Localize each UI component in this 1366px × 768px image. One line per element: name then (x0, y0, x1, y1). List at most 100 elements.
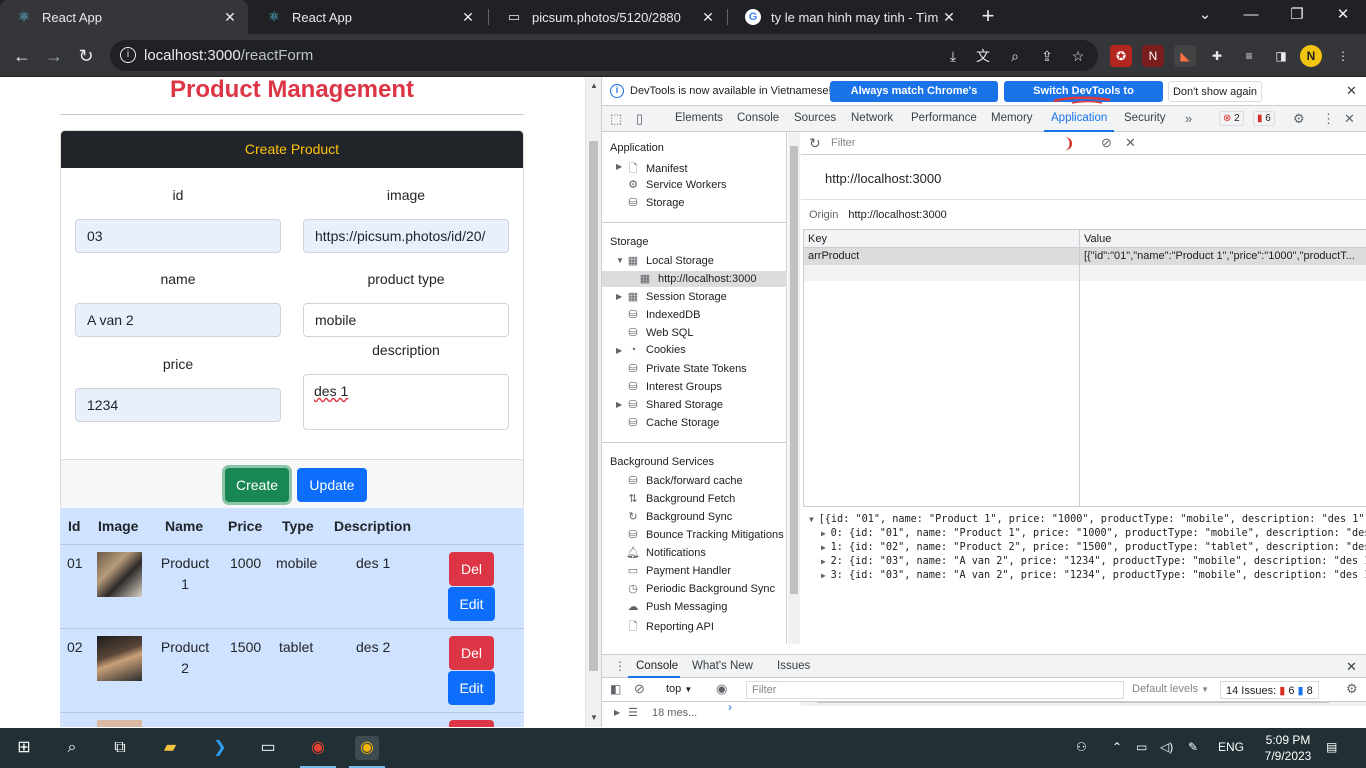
preview-root[interactable]: ▼ [{id: "01", name: "Product 1", price: … (809, 514, 1366, 525)
close-drawer-icon[interactable]: ✕ (1346, 659, 1357, 675)
close-devtools-icon[interactable]: ✕ (1344, 111, 1355, 127)
preview-item[interactable]: ▶ 3: {id: "03", name: "A van 2", price: … (821, 570, 1366, 581)
tab-sources[interactable]: Sources (794, 112, 836, 124)
clock[interactable]: 5:09 PM 7/9/2023 (1258, 732, 1318, 764)
sidebar-scrollbar[interactable] (788, 132, 800, 644)
kv-value-cell[interactable]: [{"id":"01","name":"Product 1","price":"… (1084, 250, 1364, 262)
sidebar-toggle-icon[interactable]: ◧ (610, 682, 621, 696)
tab-security[interactable]: Security (1124, 112, 1166, 124)
col-header-value[interactable]: Value (1084, 233, 1111, 245)
messages-count[interactable]: 18 mes... (652, 707, 697, 719)
clear-all-icon[interactable]: ⊘ (1101, 135, 1112, 151)
scroll-up-icon[interactable]: ▲ (586, 81, 602, 90)
zoom-icon[interactable]: ⌕ (1006, 47, 1024, 65)
close-tab-icon[interactable]: ✕ (700, 9, 716, 26)
column-divider[interactable] (1079, 230, 1080, 506)
close-infobar-icon[interactable]: ✕ (1346, 83, 1357, 99)
browser-tab-google-search[interactable]: G ty le man hinh may tinh - Tìm trê ✕ (729, 0, 967, 34)
always-match-language-button[interactable]: Always match Chrome's language (830, 81, 998, 118)
live-expression-eye-icon[interactable]: ◉ (716, 681, 727, 697)
language-indicator[interactable]: ENG (1218, 740, 1244, 754)
extensions-puzzle-icon[interactable]: ✚ (1206, 45, 1228, 67)
close-tab-icon[interactable]: ✕ (941, 9, 957, 26)
search-icon[interactable]: ⌕ (60, 736, 84, 760)
col-header-key[interactable]: Key (808, 233, 827, 245)
drawer-tab-console[interactable]: Console (636, 660, 678, 672)
translate-icon[interactable]: 文 (974, 47, 992, 65)
forward-icon[interactable]: → (40, 42, 68, 70)
expand-arrow-icon[interactable]: ▶ (616, 346, 622, 355)
create-button[interactable]: Create (225, 468, 289, 502)
refresh-icon[interactable]: ↻ (809, 135, 821, 152)
kv-key-cell[interactable]: arrProduct (808, 250, 859, 262)
close-window-icon[interactable]: ✕ (1320, 0, 1366, 30)
issues-counter[interactable]: 14 Issues: ▮ 6 ▮ 8 (1220, 681, 1319, 699)
extension-colorful-icon[interactable]: ◣ (1174, 45, 1196, 67)
delete-button-partial[interactable] (449, 720, 494, 727)
menu-kebab-icon[interactable]: ⋮ (1332, 45, 1354, 67)
reload-icon[interactable]: ↻ (72, 42, 100, 70)
sidebar-item-indexeddb[interactable]: ⛁ IndexedDB (626, 308, 700, 321)
context-selector[interactable]: top ▼ (666, 683, 692, 695)
delete-selected-icon[interactable]: ✕ (1125, 135, 1136, 151)
restore-icon[interactable]: ❐ (1274, 0, 1320, 30)
id-input[interactable]: 03 (75, 219, 281, 253)
browser-tab-picsum[interactable]: ▭ picsum.photos/5120/2880 ✕ (490, 0, 726, 34)
edit-button[interactable]: Edit (448, 587, 495, 621)
page-scrollbar[interactable]: ▲ ▼ (585, 77, 601, 727)
sidebar-item-local-storage[interactable]: ▦ Local Storage (626, 254, 714, 267)
sidebar-item-shared-storage[interactable]: ⛁ Shared Storage (626, 398, 723, 411)
pen-icon[interactable]: ✎ (1188, 740, 1198, 754)
tab-application[interactable]: Application (1051, 112, 1107, 124)
sidebar-item-reporting-api[interactable]: 🗋 Reporting API (626, 618, 714, 637)
sidebar-item-manifest[interactable]: 🗋 Manifest (626, 160, 688, 179)
sidebar-item-cookies[interactable]: ◔ Cookies (626, 344, 686, 356)
sidebar-item-web-sql[interactable]: ⛁ Web SQL (626, 326, 693, 339)
tab-search-chevron-icon[interactable]: ⌄ (1182, 0, 1228, 30)
show-hidden-icons-chevron[interactable]: ⌃ (1112, 740, 1122, 754)
settings-gear-icon[interactable]: ⚙ (1293, 111, 1305, 127)
preview-item[interactable]: ▶ 1: {id: "02", name: "Product 2", price… (821, 542, 1366, 553)
edit-button[interactable]: Edit (448, 671, 495, 705)
minimize-icon[interactable]: — (1228, 0, 1274, 30)
clear-console-icon[interactable]: ⊘ (634, 681, 645, 697)
drawer-tab-issues[interactable]: Issues (777, 660, 810, 672)
close-tab-icon[interactable]: ✕ (460, 9, 476, 26)
sidebar-item-background-sync[interactable]: ↻ Background Sync (626, 510, 732, 523)
inspect-element-icon[interactable]: ⬚ (610, 111, 622, 127)
sidebar-item-back-forward-cache[interactable]: ⛁ Back/forward cache (626, 474, 742, 487)
product-type-input[interactable]: mobile (303, 303, 509, 337)
extension-tn-icon[interactable]: N (1142, 45, 1164, 67)
collapse-arrow-icon[interactable]: ▼ (616, 256, 624, 265)
browser-tab-react-app-active[interactable]: ⚛ React App ✕ (0, 0, 248, 34)
sidebar-item-push-messaging[interactable]: ☁ Push Messaging (626, 600, 728, 613)
sidebar-item-background-fetch[interactable]: ⇅ Background Fetch (626, 492, 735, 505)
share-icon[interactable]: ⇪ (1038, 47, 1056, 65)
file-explorer-icon[interactable]: ▰ (158, 736, 182, 760)
log-levels-dropdown[interactable]: Default levels ▼ (1132, 683, 1209, 695)
expand-arrow-icon[interactable]: ▶ (616, 400, 622, 409)
more-tabs-icon[interactable]: » (1185, 111, 1192, 126)
vscode-icon[interactable]: ❯ (208, 736, 232, 760)
tab-console[interactable]: Console (737, 112, 779, 124)
network-icon[interactable]: ▭ (1136, 740, 1147, 754)
back-icon[interactable]: ← (8, 42, 36, 70)
tab-elements[interactable]: Elements (675, 112, 723, 124)
update-button[interactable]: Update (297, 468, 367, 502)
tab-memory[interactable]: Memory (991, 112, 1033, 124)
close-tab-icon[interactable]: ✕ (222, 9, 238, 26)
volume-icon[interactable]: ◁) (1160, 740, 1173, 754)
media-control-icon[interactable]: ≡ (1238, 45, 1260, 67)
task-view-icon[interactable]: ⧉ (108, 736, 132, 760)
console-settings-gear-icon[interactable]: ⚙ (1346, 681, 1358, 697)
windows-start-icon[interactable]: ⊞ (12, 736, 36, 760)
new-tab-button[interactable]: + (976, 4, 1000, 30)
expand-arrow-icon[interactable]: ▶ (616, 162, 622, 171)
chrome-profile-icon[interactable]: ◉ (355, 736, 379, 760)
sidebar-item-session-storage[interactable]: ▦ Session Storage (626, 290, 727, 303)
description-textarea[interactable]: des 1 (303, 374, 509, 430)
tab-network[interactable]: Network (851, 112, 893, 124)
sidebar-item-private-state-tokens[interactable]: ⛁ Private State Tokens (626, 362, 746, 375)
preview-item[interactable]: ▶ 0: {id: "01", name: "Product 1", price… (821, 528, 1366, 539)
sidebar-item-cache-storage[interactable]: ⛁ Cache Storage (626, 416, 719, 429)
